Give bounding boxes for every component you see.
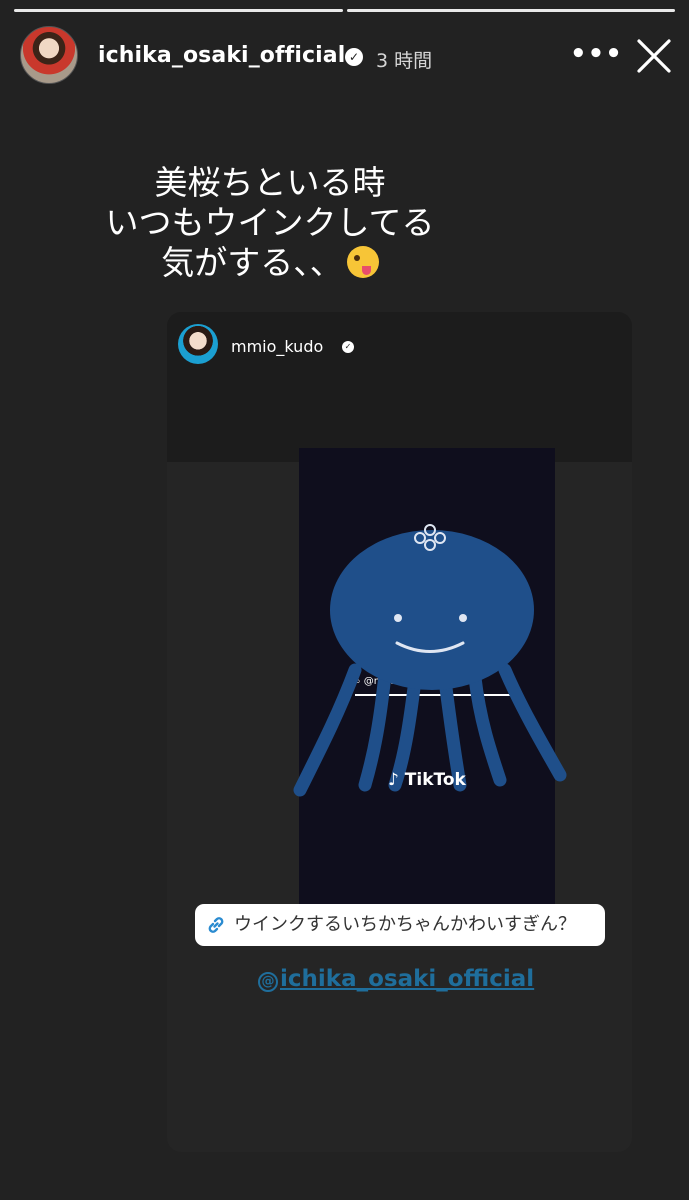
author-avatar[interactable]	[20, 26, 78, 84]
link-icon	[208, 917, 224, 933]
post-time: 3 時間	[376, 50, 433, 72]
shared-post-avatar[interactable]	[178, 324, 218, 364]
at-symbol-icon: @	[258, 972, 278, 992]
shared-post-verified-icon: ✓	[342, 341, 354, 353]
shared-post-username[interactable]: mmio_kudo	[231, 337, 323, 356]
more-options-icon[interactable]: •••	[570, 39, 623, 69]
link-sticker[interactable]: ウインクするいちかちゃんかわいすぎん？	[195, 904, 605, 946]
caption-line-text: 気がする、、	[161, 243, 343, 282]
caption-line: いつもウインクしてる	[105, 203, 435, 242]
progress-segment-1	[14, 9, 343, 12]
zany-face-emoji-icon	[346, 246, 379, 278]
progress-segment-2	[347, 9, 675, 12]
story-caption: 美桜ちといる時 いつもウインクしてる 気がする、、	[40, 163, 500, 283]
mention-username: ichika_osaki_official	[280, 966, 535, 992]
verified-badge-icon: ✓	[345, 48, 363, 66]
jellyfish-sticker	[293, 524, 567, 797]
tiktok-watermark: ♪ TikTok	[388, 770, 466, 790]
tiktok-watermark-text: TikTok	[404, 770, 466, 790]
story-header: ichika_osaki_official ✓ 3 時間 •••	[20, 26, 672, 88]
caption-line: 気がする、、	[40, 243, 500, 283]
caption-line: 美桜ちといる時	[154, 163, 386, 202]
shared-post-header	[167, 312, 632, 462]
mention-sticker[interactable]: @ ichika_osaki_official	[258, 966, 534, 992]
close-icon[interactable]	[636, 38, 672, 74]
author-username[interactable]: ichika_osaki_official	[98, 43, 345, 68]
link-sticker-text: ウインクするいちかちゃんかわいすぎん？	[234, 914, 576, 935]
